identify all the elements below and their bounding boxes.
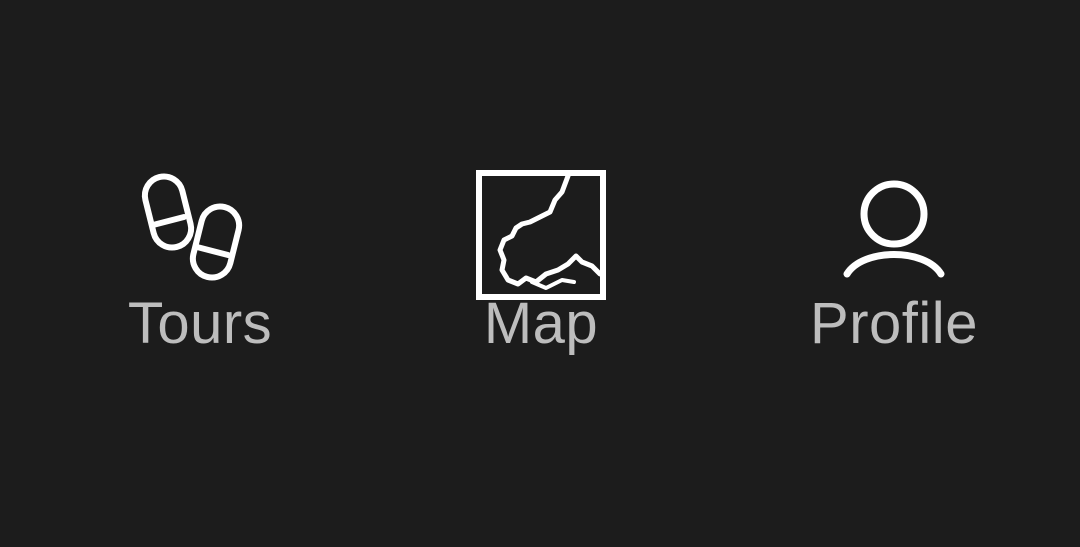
footprints-icon: [135, 170, 265, 300]
tab-map[interactable]: Map: [411, 170, 671, 370]
tab-tours[interactable]: Tours: [70, 170, 330, 370]
tab-label-profile: Profile: [810, 291, 978, 356]
user-icon: [829, 170, 959, 300]
tab-label-tours: Tours: [127, 291, 273, 356]
tab-profile[interactable]: Profile: [764, 170, 1024, 370]
tab-label-map: Map: [483, 291, 599, 356]
map-icon: [476, 170, 606, 300]
bottom-tab-bar: Tours Map Profile: [0, 0, 1080, 547]
